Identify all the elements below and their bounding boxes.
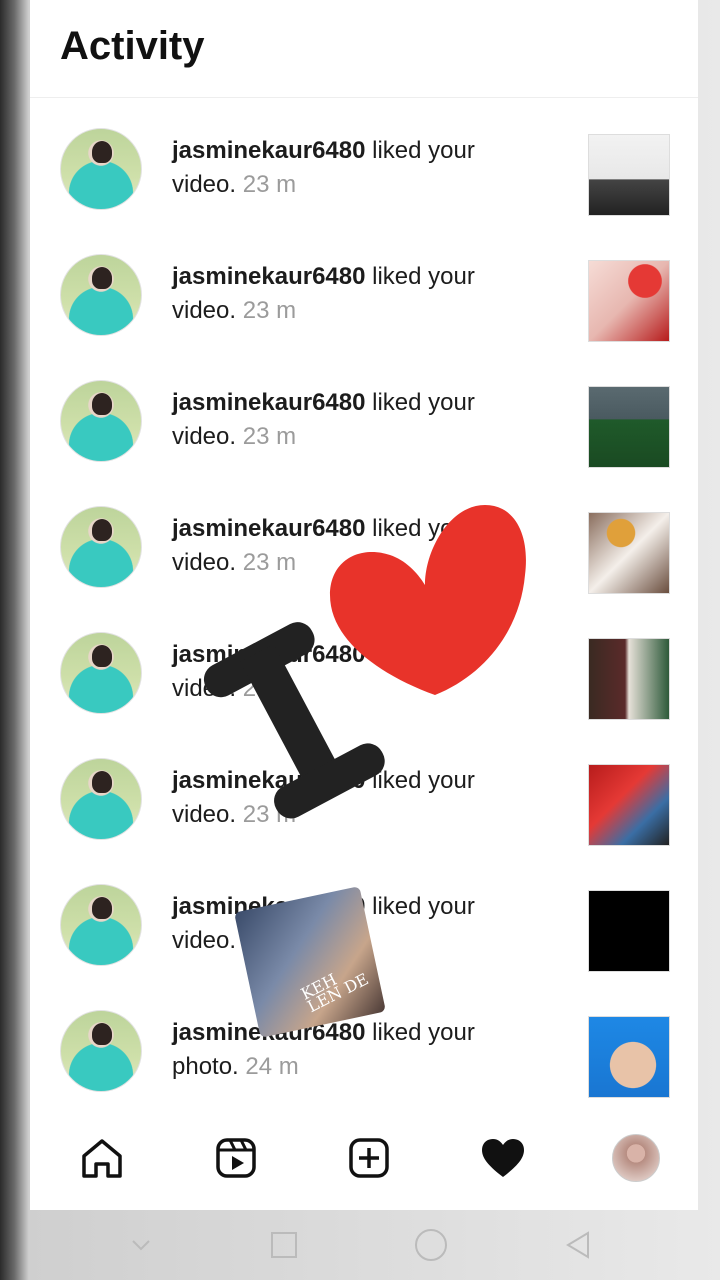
avatar[interactable] <box>60 380 142 462</box>
song-sticker: KEH LEN DE <box>234 886 386 1038</box>
chevron-down-icon[interactable] <box>127 1231 155 1259</box>
timestamp: 23 m <box>242 297 297 324</box>
avatar[interactable] <box>60 506 142 588</box>
action-text: liked your <box>365 137 475 164</box>
heart-icon[interactable] <box>479 1134 527 1182</box>
recents-icon[interactable] <box>268 1229 300 1261</box>
list-item[interactable]: jasminekaur6480 liked your video. 23 m <box>30 350 698 476</box>
object-text: video. <box>172 927 237 954</box>
list-item[interactable]: jasminekaur6480 liked your video. 23 m <box>30 224 698 350</box>
post-thumbnail[interactable] <box>588 134 670 216</box>
post-thumbnail[interactable] <box>588 386 670 468</box>
list-item[interactable]: jasminekaur6480 liked your video. 23 m <box>30 98 698 224</box>
post-thumbnail[interactable] <box>588 1016 670 1098</box>
avatar[interactable] <box>60 1010 142 1092</box>
timestamp: 23 m <box>242 549 297 576</box>
timestamp: 24 m <box>245 1053 299 1080</box>
notification-text: jasminekaur6480 liked your video. 23 m <box>172 386 522 454</box>
header: Activity <box>30 0 698 98</box>
action-text: liked your <box>365 263 475 290</box>
home-icon[interactable] <box>78 1134 126 1182</box>
create-icon[interactable] <box>345 1134 393 1182</box>
avatar[interactable] <box>60 758 142 840</box>
back-icon[interactable] <box>562 1229 594 1261</box>
home-button-icon[interactable] <box>413 1227 449 1263</box>
letter-i-sticker <box>200 610 400 825</box>
avatar[interactable] <box>60 632 142 714</box>
post-thumbnail[interactable] <box>588 764 670 846</box>
object-text: video. <box>172 549 237 576</box>
avatar[interactable] <box>60 254 142 336</box>
post-thumbnail[interactable] <box>588 890 670 972</box>
system-nav-bar <box>0 1210 720 1280</box>
bottom-nav <box>30 1110 698 1206</box>
avatar[interactable] <box>60 884 142 966</box>
profile-icon[interactable] <box>612 1134 660 1182</box>
post-thumbnail[interactable] <box>588 638 670 720</box>
avatar[interactable] <box>60 128 142 210</box>
username[interactable]: jasminekaur6480 <box>172 137 365 164</box>
post-thumbnail[interactable] <box>588 260 670 342</box>
action-text: liked your <box>365 893 475 920</box>
object-text: video. <box>172 423 237 450</box>
notification-text: jasminekaur6480 liked your video. 23 m <box>172 260 522 328</box>
page-title: Activity <box>60 24 205 68</box>
object-text: video. <box>172 171 237 198</box>
notification-text: jasminekaur6480 liked your video. 23 m <box>172 134 522 202</box>
post-thumbnail[interactable] <box>588 512 670 594</box>
username[interactable]: jasminekaur6480 <box>172 389 365 416</box>
object-text: video. <box>172 297 237 324</box>
object-text: photo. <box>172 1053 239 1080</box>
timestamp: 23 m <box>242 423 297 450</box>
username[interactable]: jasminekaur6480 <box>172 263 365 290</box>
reels-icon[interactable] <box>212 1134 260 1182</box>
action-text: liked your <box>365 389 475 416</box>
timestamp: 23 m <box>242 171 297 198</box>
notification-text: jasminekaur6480 liked your photo. 24 m <box>172 1016 522 1084</box>
action-text: liked your <box>365 1019 475 1046</box>
avatar <box>612 1134 660 1182</box>
